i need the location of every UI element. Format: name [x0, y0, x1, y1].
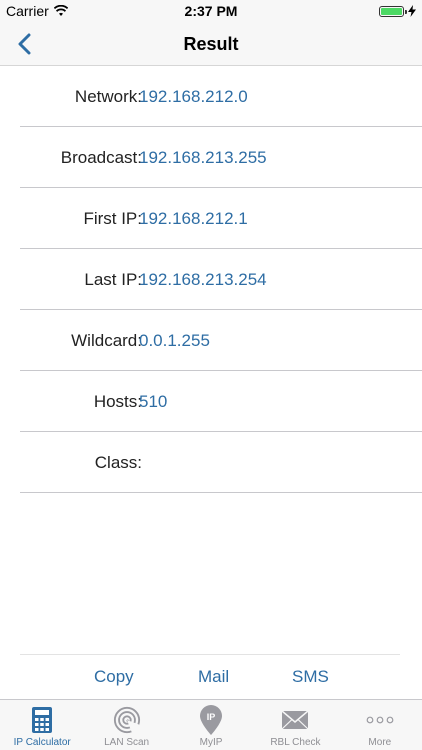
tab-rbl-check[interactable]: RBL Check [253, 700, 337, 750]
result-row-first-ip: First IP: 192.168.212.1 [20, 188, 422, 249]
radar-icon [113, 705, 141, 735]
broadcast-value: 192.168.213.255 [139, 148, 267, 167]
network-label: Network: [74, 87, 142, 106]
tab-label-rbl-check: RBL Check [270, 737, 321, 748]
result-row-broadcast: Broadcast: 192.168.213.255 [20, 127, 422, 188]
tab-bar: IP Calculator LAN Scan IP MyIP RBL Check… [0, 699, 422, 750]
tab-myip[interactable]: IP MyIP [169, 700, 253, 750]
first-ip-label: First IP: [83, 209, 142, 228]
calculator-icon [28, 705, 56, 735]
first-ip-value: 192.168.212.1 [139, 209, 248, 228]
last-ip-label: Last IP: [84, 270, 142, 289]
last-ip-value: 192.168.213.254 [139, 270, 267, 289]
tab-label-more: More [368, 737, 392, 748]
result-row-last-ip: Last IP: 192.168.213.254 [20, 249, 422, 310]
status-time: 2:37 PM [184, 3, 238, 19]
navigation-bar: Result [0, 22, 422, 66]
result-row-hosts: Hosts: 510 [20, 371, 422, 432]
tab-label-ip-calculator: IP Calculator [13, 737, 71, 748]
share-actions: Copy Mail SMS [20, 654, 400, 699]
result-row-wildcard: Wildcard: 0.0.1.255 [20, 310, 422, 371]
battery-icon [379, 5, 407, 17]
tab-ip-calculator[interactable]: IP Calculator [0, 700, 84, 750]
page-title: Result [183, 34, 239, 54]
mail-button[interactable]: Mail [198, 667, 229, 687]
result-row-network: Network: 192.168.212.0 [20, 66, 422, 127]
wildcard-value: 0.0.1.255 [139, 331, 210, 350]
hosts-label: Hosts: [93, 392, 142, 411]
class-label: Class: [94, 453, 142, 472]
wildcard-label: Wildcard: [71, 331, 142, 350]
result-list: Network: 192.168.212.0 Broadcast: 192.16… [0, 66, 422, 493]
envelope-icon [281, 705, 309, 735]
tab-label-myip: MyIP [199, 737, 223, 748]
result-row-class: Class: [20, 432, 422, 493]
copy-button[interactable]: Copy [94, 667, 134, 687]
map-pin-icon: IP [197, 705, 225, 735]
broadcast-label: Broadcast: [60, 148, 142, 167]
tab-more[interactable]: More [338, 700, 422, 750]
status-bar: Carrier 2:37 PM [0, 0, 422, 22]
tab-label-lan-scan: LAN Scan [104, 737, 150, 748]
charging-icon [408, 5, 416, 17]
network-value: 192.168.212.0 [139, 87, 248, 106]
more-icon [366, 705, 394, 735]
tab-lan-scan[interactable]: LAN Scan [84, 700, 168, 750]
sms-button[interactable]: SMS [292, 667, 329, 687]
hosts-value: 510 [139, 392, 168, 411]
pin-badge-text: IP [207, 712, 216, 722]
battery-indicator [379, 5, 416, 17]
